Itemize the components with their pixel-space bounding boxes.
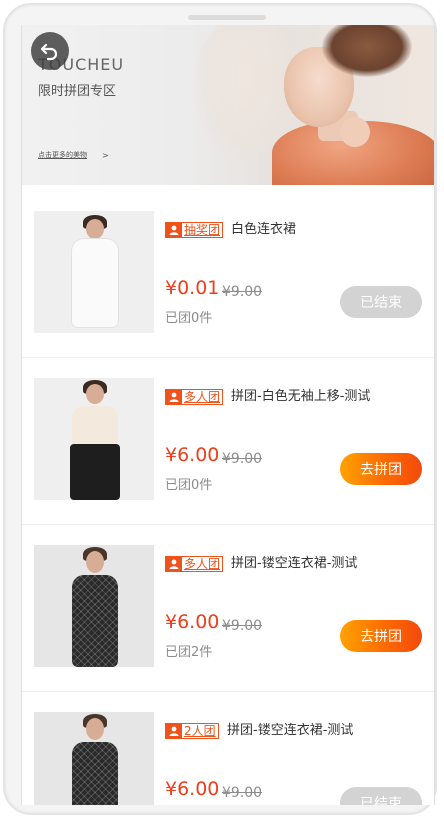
person-group-icon [166, 557, 182, 571]
product-image[interactable] [34, 712, 154, 805]
screen: TOUCHEU 限时拼团专区 点击更多的美物 > 抽奖团 白色连衣裙 ¥0.01… [21, 25, 435, 805]
original-price: ¥9.00 [222, 284, 263, 300]
sold-count: 已团0件 [165, 478, 213, 493]
group-tag-label: 抽奖团 [184, 223, 221, 237]
group-price: ¥6.00 [165, 444, 220, 466]
model-head [86, 551, 104, 573]
original-price: ¥9.00 [222, 451, 263, 467]
product-title[interactable]: 白色连衣裙 [231, 222, 296, 238]
product-list: 抽奖团 白色连衣裙 ¥0.01 ¥9.00 已团0件 已结束 多人团 拼团-白色… [22, 191, 434, 805]
banner-model-hand [340, 117, 370, 147]
group-tag-label: 多人团 [184, 390, 221, 404]
product-title[interactable]: 拼团-镂空连衣裙-测试 [227, 723, 353, 739]
model-head [86, 219, 104, 239]
group-tag: 多人团 [165, 389, 224, 405]
group-tag-label: 2人团 [184, 724, 216, 738]
banner-more-link[interactable]: 点击更多的美物 [38, 150, 87, 160]
product-title[interactable]: 拼团-白色无袖上移-测试 [231, 389, 370, 405]
back-button[interactable] [31, 32, 69, 70]
original-price: ¥9.00 [222, 785, 263, 801]
phone-frame: TOUCHEU 限时拼团专区 点击更多的美物 > 抽奖团 白色连衣裙 ¥0.01… [3, 3, 437, 815]
mesh-dress-shape [72, 575, 118, 667]
product-image[interactable] [34, 211, 154, 333]
product-image[interactable] [34, 545, 154, 667]
group-price: ¥6.00 [165, 611, 220, 633]
original-price: ¥9.00 [222, 618, 263, 634]
model-head [86, 384, 104, 404]
join-group-button[interactable]: 已结束 [340, 787, 422, 805]
white-dress-shape [72, 239, 118, 327]
phone-speaker [188, 15, 266, 20]
group-price: ¥6.00 [165, 778, 220, 800]
group-price: ¥0.01 [165, 277, 220, 299]
sold-count: 已团0件 [165, 311, 213, 326]
list-item[interactable]: 2人团 拼团-镂空连衣裙-测试 ¥6.00 ¥9.00 已团2件 已结束 [22, 692, 434, 805]
join-group-button[interactable]: 已结束 [340, 286, 422, 318]
product-title[interactable]: 拼团-镂空连衣裙-测试 [231, 556, 357, 572]
group-tag-label: 多人团 [184, 557, 221, 571]
product-image[interactable] [34, 378, 154, 500]
chevron-right-icon: > [102, 151, 109, 160]
list-item[interactable]: 抽奖团 白色连衣裙 ¥0.01 ¥9.00 已团0件 已结束 [22, 191, 434, 358]
promo-banner[interactable]: TOUCHEU 限时拼团专区 点击更多的美物 > [22, 25, 434, 185]
ivory-top-shape [72, 406, 118, 446]
person-group-icon [166, 724, 182, 738]
join-group-button[interactable]: 去拼团 [340, 620, 422, 652]
model-head [86, 718, 104, 740]
mesh-dress-shape [72, 742, 118, 805]
group-tag: 抽奖团 [165, 222, 224, 238]
banner-subtitle: 限时拼团专区 [38, 84, 117, 99]
group-tag: 多人团 [165, 556, 224, 572]
person-group-icon [166, 223, 182, 237]
sold-count: 已团2件 [165, 645, 213, 660]
group-tag: 2人团 [165, 723, 219, 739]
black-skirt-shape [70, 444, 120, 500]
list-item[interactable]: 多人团 拼团-白色无袖上移-测试 ¥6.00 ¥9.00 已团0件 去拼团 [22, 358, 434, 525]
join-group-button[interactable]: 去拼团 [340, 453, 422, 485]
person-group-icon [166, 390, 182, 404]
list-item[interactable]: 多人团 拼团-镂空连衣裙-测试 ¥6.00 ¥9.00 已团2件 去拼团 [22, 525, 434, 692]
back-arrow-icon [40, 43, 58, 61]
